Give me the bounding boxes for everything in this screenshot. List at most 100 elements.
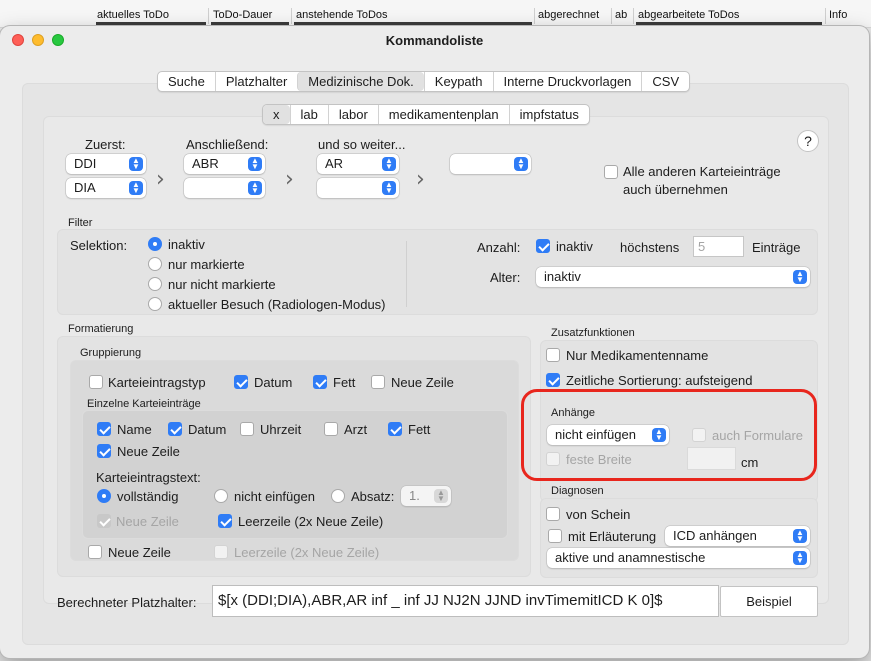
more-select-1[interactable]: AR ▲ ▼: [317, 154, 399, 174]
take-all-checkbox[interactable]: [604, 165, 618, 179]
example-button[interactable]: Beispiel: [720, 586, 818, 617]
entry-text-radio-full[interactable]: [97, 489, 111, 503]
single-newline-disabled-checkbox[interactable]: [97, 514, 111, 528]
grouping-title: Gruppierung: [80, 347, 142, 359]
chevron-updown-icon: ▲ ▼: [129, 181, 143, 195]
icd-select[interactable]: ICD anhängen ▲ ▼: [665, 526, 810, 546]
selection-label: Selektion:: [70, 238, 128, 253]
selection-option-label: aktueller Besuch (Radiologen-Modus): [168, 297, 386, 312]
tab-x[interactable]: x: [263, 105, 290, 124]
bg-col-divider: [825, 8, 826, 24]
with-explanation-checkbox[interactable]: [548, 529, 562, 543]
grouping-option-label: Karteieintragstyp: [108, 375, 206, 390]
bg-col-divider: [208, 8, 209, 24]
diagnoses-title: Diagnosen: [551, 485, 604, 497]
paragraph-stepper[interactable]: 1. ▲ ▼: [401, 486, 451, 506]
single-checkbox-doctor[interactable]: [324, 422, 338, 436]
help-button[interactable]: ?: [797, 130, 819, 152]
tab-medikamentenplan[interactable]: medikamentenplan: [377, 105, 509, 124]
extras-title: Zusatzfunktionen: [551, 327, 635, 339]
single-checkbox-time[interactable]: [240, 422, 254, 436]
entry-text-radio-paragraph[interactable]: [331, 489, 345, 503]
formatting-title: Formatierung: [68, 323, 134, 335]
take-all-label-line2: auch übernehmen: [623, 182, 728, 197]
then-select-1[interactable]: ABR ▲ ▼: [184, 154, 265, 174]
grouping-checkbox-bold[interactable]: [313, 375, 327, 389]
single-checkbox-newline[interactable]: [97, 444, 111, 458]
tab-medizinische-dok[interactable]: Medizinische Dok.: [297, 72, 424, 91]
grouping-checkbox-date[interactable]: [234, 375, 248, 389]
chevron-updown-icon: ▲ ▼: [248, 181, 262, 195]
extras-option-label: Zeitliche Sortierung: aufsteigend: [566, 373, 753, 388]
entry-text-option-label: nicht einfügen: [234, 489, 315, 504]
computed-placeholder-field[interactable]: $[x (DDI;DIA),ABR,AR inf _ inf JJ NJ2N J…: [212, 585, 719, 617]
last-select[interactable]: ▲ ▼: [450, 154, 531, 174]
tab-csv[interactable]: CSV: [641, 72, 689, 91]
count-checkbox[interactable]: [536, 239, 550, 253]
extras-checkbox-medication[interactable]: [546, 348, 560, 362]
grouping-option-label: Datum: [254, 375, 293, 390]
entry-text-label: Karteieintragstext:: [96, 470, 201, 485]
more-label: und so weiter...: [318, 137, 406, 152]
tab-interne-druckvorlagen[interactable]: Interne Druckvorlagen: [492, 72, 642, 91]
bottom-newline-checkbox[interactable]: [88, 545, 102, 559]
icd-select-value: ICD anhängen: [673, 528, 757, 543]
first-select-1[interactable]: DDI ▲ ▼: [66, 154, 146, 174]
tab-impfstatus[interactable]: impfstatus: [508, 105, 589, 124]
chevron-updown-icon: ▲ ▼: [793, 551, 807, 565]
from-bill-checkbox[interactable]: [546, 507, 560, 521]
bg-col-todo-dauer: ToDo-Dauer: [213, 9, 273, 21]
bg-col-anstehende: anstehende ToDos: [296, 9, 388, 21]
diagnosis-type-select[interactable]: aktive und anamnestische ▲ ▼: [547, 548, 810, 568]
bottom-blankline-label: Leerzeile (2x Neue Zeile): [234, 545, 380, 560]
filter-title: Filter: [68, 217, 93, 229]
bg-col-abgearbeitete: abgearbeitete ToDos: [638, 9, 740, 21]
single-blankline-checkbox[interactable]: [218, 514, 232, 528]
single-option-label: Neue Zeile: [117, 444, 180, 459]
age-select[interactable]: inaktiv ▲ ▼: [536, 267, 810, 287]
grouping-checkbox-type[interactable]: [89, 375, 103, 389]
chevron-right-icon: ›: [416, 167, 425, 192]
bottom-blankline-checkbox[interactable]: [214, 545, 228, 559]
bg-col-abgerechnet: abgerechnet: [538, 9, 600, 21]
age-select-value: inaktiv: [544, 269, 581, 284]
selection-radio-inaktiv[interactable]: [148, 237, 162, 251]
more-select-1-value: AR: [325, 156, 344, 171]
tab-platzhalter[interactable]: Platzhalter: [214, 72, 297, 91]
stepper-icon: ▲ ▼: [434, 489, 448, 503]
single-checkbox-date[interactable]: [168, 422, 182, 436]
grouping-option-label: Neue Zeile: [391, 375, 454, 390]
paragraph-stepper-value: 1.: [409, 488, 420, 503]
entry-text-radio-none[interactable]: [214, 489, 228, 503]
tab-suche[interactable]: Suche: [158, 72, 215, 91]
single-option-label: Datum: [188, 422, 227, 437]
tab-keypath[interactable]: Keypath: [423, 72, 493, 91]
then-label: Anschließend:: [186, 137, 269, 152]
single-option-label: Name: [117, 422, 152, 437]
selection-radio-markierte[interactable]: [148, 257, 162, 271]
tab-labor[interactable]: labor: [327, 105, 378, 124]
more-select-2[interactable]: ▲ ▼: [317, 178, 399, 198]
extras-option-label: Nur Medikamentenname: [566, 348, 709, 363]
single-option-label: Fett: [408, 422, 431, 437]
selection-radio-aktueller-besuch[interactable]: [148, 297, 162, 311]
bottom-newline-label: Neue Zeile: [108, 545, 171, 560]
selection-radio-nicht-markierte[interactable]: [148, 277, 162, 291]
max-input[interactable]: 5: [693, 236, 744, 257]
chevron-updown-icon: ▲ ▼: [382, 157, 396, 171]
main-tab-bar: Suche Platzhalter Medizinische Dok. Keyp…: [157, 71, 691, 92]
grouping-checkbox-newline[interactable]: [371, 375, 385, 389]
extras-checkbox-sort[interactable]: [546, 373, 560, 387]
then-select-2[interactable]: ▲ ▼: [184, 178, 265, 198]
title-bar: Kommandoliste: [0, 26, 869, 54]
tab-lab[interactable]: lab: [289, 105, 328, 124]
first-select-2[interactable]: DIA ▲ ▼: [66, 178, 146, 198]
single-checkbox-bold[interactable]: [388, 422, 402, 436]
selection-option-label: nur nicht markierte: [168, 277, 276, 292]
chevron-updown-icon: ▲ ▼: [129, 157, 143, 171]
selection-option-label: inaktiv: [168, 237, 205, 252]
age-label: Alter:: [490, 270, 521, 285]
selection-option-label: nur markierte: [168, 257, 245, 272]
single-checkbox-name[interactable]: [97, 422, 111, 436]
with-explanation-label: mit Erläuterung: [568, 529, 657, 544]
